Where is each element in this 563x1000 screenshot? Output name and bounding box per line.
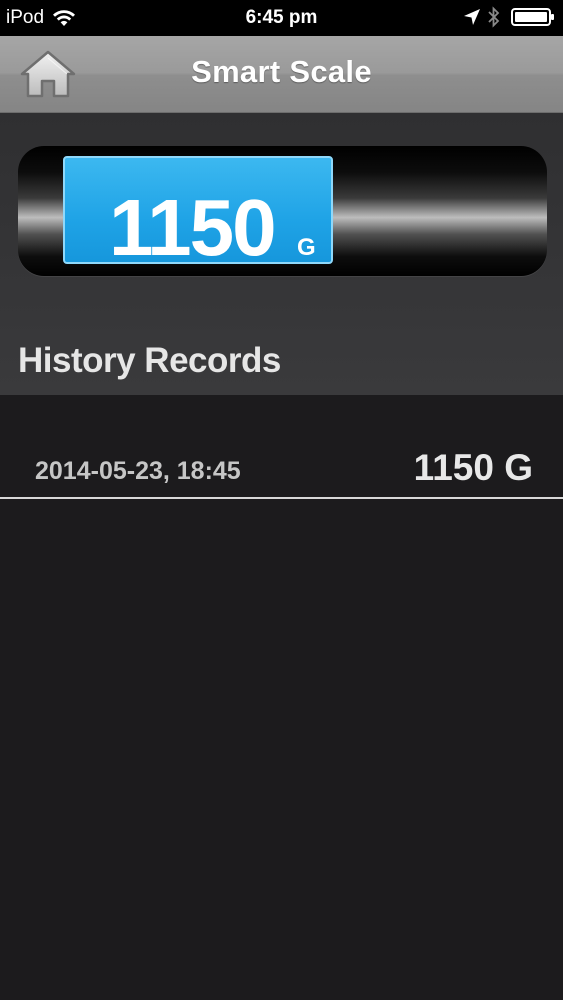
- record-weight: 1150 G: [413, 447, 533, 488]
- page-title: Smart Scale: [191, 54, 372, 89]
- bluetooth-icon: [488, 6, 500, 28]
- nav-bar: Smart Scale: [0, 36, 563, 113]
- weight-value: 1150: [109, 183, 277, 272]
- history-list: 2014-05-23, 18:45 1150 G: [0, 395, 563, 499]
- weight-unit: G: [297, 234, 316, 261]
- screen: iPod 6:45 pm Smart Scale 1150 G History …: [0, 0, 563, 1000]
- weight-display: 1150 G: [63, 156, 333, 268]
- status-bar: iPod 6:45 pm: [0, 0, 563, 36]
- status-right: [463, 6, 555, 28]
- battery-icon: [511, 8, 554, 26]
- list-item[interactable]: 2014-05-23, 18:45 1150 G: [0, 395, 563, 499]
- record-date: 2014-05-23, 18:45: [35, 457, 241, 485]
- location-icon: [464, 9, 480, 25]
- scale-frame: 1150 G: [18, 146, 547, 276]
- history-heading: History Records: [18, 341, 281, 380]
- scale-section: 1150 G History Records: [0, 113, 563, 395]
